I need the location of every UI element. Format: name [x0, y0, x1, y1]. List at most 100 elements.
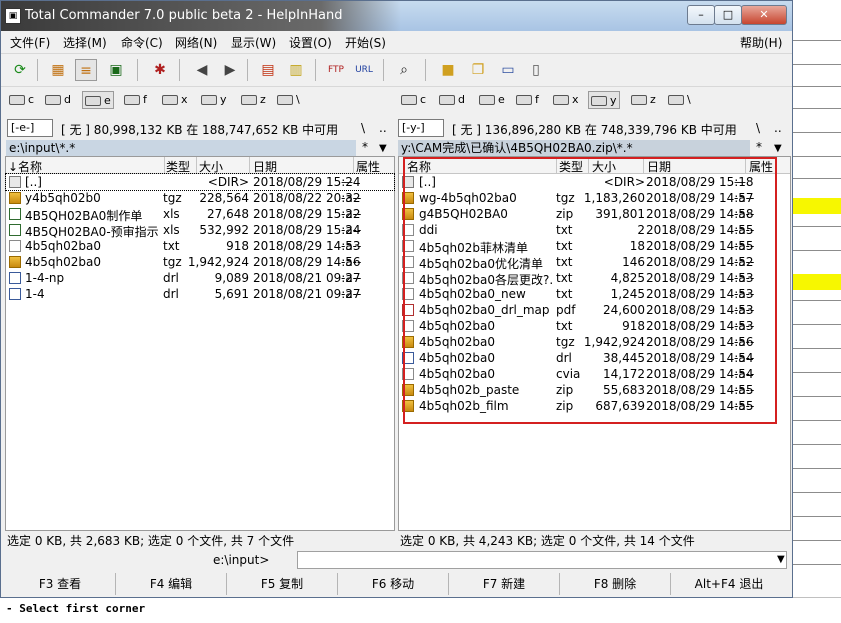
- menu-file[interactable]: 文件(F): [10, 34, 50, 51]
- thumbnail-view-icon[interactable]: ▣: [105, 59, 127, 81]
- left-file-row[interactable]: 4B5QH02BA0制作单 xls 27,648 2018/08/29 15:22 -a…: [6, 206, 394, 223]
- right-drive-e[interactable]: e: [479, 91, 505, 109]
- maximize-button[interactable]: □: [714, 5, 742, 25]
- menu-command[interactable]: 命令(C): [121, 34, 163, 51]
- right-col-date[interactable]: 日期: [647, 158, 671, 175]
- left-up-button[interactable]: ..: [379, 121, 387, 135]
- right-history-arrow[interactable]: ▼: [774, 143, 782, 154]
- right-file-row[interactable]: 4b5qh02ba0 drl 38,445 2018/08/29 14:54 -a--: [399, 350, 790, 366]
- left-file-row[interactable]: [..] <DIR> 2018/08/29 15:24—: [5, 173, 395, 191]
- left-col-ext[interactable]: 类型: [166, 158, 190, 175]
- right-file-panel[interactable]: 名称 类型 大小 日期 属性 [..] <DIR> 2018/08/29 15:18…: [398, 156, 791, 531]
- right-drive-y[interactable]: y: [588, 91, 620, 109]
- f5-copy-button[interactable]: F5 复制: [227, 573, 338, 595]
- right-file-row[interactable]: 4b5qh02b_paste zip 55,683 2018/08/29 14:55-…: [399, 382, 790, 398]
- left-drive-z[interactable]: z: [241, 91, 266, 109]
- left-path[interactable]: e:\input\*.*: [6, 140, 356, 156]
- left-col-name[interactable]: ↓名称: [8, 158, 42, 175]
- close-button[interactable]: ✕: [741, 5, 787, 25]
- right-col-size[interactable]: 大小: [592, 158, 616, 175]
- f3-view-button[interactable]: F3 查看: [5, 573, 116, 595]
- right-file-row[interactable]: 4b5qh02ba0各层更改?. txt 4,825 2018/08/29 14:53…: [399, 270, 790, 287]
- right-path[interactable]: y:\CAM完成\已确认\4B5QH02BA0.zip\*.*: [398, 140, 750, 156]
- minimize-button[interactable]: –: [687, 5, 715, 25]
- alt-f4-exit-button[interactable]: Alt+F4 退出: [671, 573, 787, 595]
- command-input[interactable]: [297, 551, 787, 569]
- left-col-date[interactable]: 日期: [253, 158, 277, 175]
- full-view-icon[interactable]: ≡: [75, 59, 97, 81]
- unpack-icon[interactable]: ▥: [285, 59, 307, 81]
- left-root-button[interactable]: \: [361, 121, 365, 135]
- left-file-row[interactable]: 4B5QH02BA0-预审指示 xls 532,992 2018/08/29 15:2…: [6, 222, 394, 239]
- pack-icon[interactable]: ▤: [257, 59, 279, 81]
- left-file-row[interactable]: y4b5qh02b0 tgz 228,564 2018/08/22 20:32 -a--: [6, 190, 394, 206]
- right-drive-f[interactable]: f: [516, 91, 539, 109]
- f6-move-button[interactable]: F6 移动: [338, 573, 449, 595]
- right-file-row[interactable]: 4b5qh02b_film zip 687,639 2018/08/29 14:55-…: [399, 398, 790, 414]
- menu-start[interactable]: 开始(S): [345, 34, 386, 51]
- menu-help[interactable]: 帮助(H): [740, 34, 782, 51]
- command-history-arrow[interactable]: ▼: [777, 554, 788, 565]
- menu-select[interactable]: 选择(M): [63, 34, 107, 51]
- right-col-ext[interactable]: 类型: [559, 158, 583, 175]
- back-icon[interactable]: ◀: [191, 59, 213, 81]
- folder-sync-icon[interactable]: ❐: [467, 59, 489, 81]
- left-drive-c[interactable]: c: [9, 91, 34, 109]
- right-file-row[interactable]: 4b5qh02ba0 cvia 14,172 2018/08/29 14:54 -a--: [399, 366, 790, 382]
- left-file-row[interactable]: 4b5qh02ba0 txt 918 2018/08/29 14:53 -a--: [6, 238, 394, 254]
- right-file-row[interactable]: wg-4b5qh02ba0 tgz 1,183,260 2018/08/29 14:5…: [399, 190, 790, 206]
- right-file-row[interactable]: 4b5qh02ba0_drl_map pdf 24,600 2018/08/29 14…: [399, 302, 790, 318]
- left-drive-f[interactable]: f: [124, 91, 147, 109]
- right-file-row[interactable]: 4b5qh02ba0_new txt 1,245 2018/08/29 14:53 -a…: [399, 286, 790, 302]
- url-icon[interactable]: URL: [353, 59, 375, 81]
- left-drive-x[interactable]: x: [162, 91, 188, 109]
- folder-icon[interactable]: ■: [437, 59, 459, 81]
- left-history-arrow[interactable]: ▼: [379, 143, 387, 154]
- refresh-icon[interactable]: ⟳: [9, 59, 31, 81]
- brief-view-icon[interactable]: ▦: [47, 59, 69, 81]
- right-root-button[interactable]: \: [756, 121, 760, 135]
- window-icon[interactable]: ▭: [497, 59, 519, 81]
- app-icon[interactable]: ▣: [5, 8, 21, 24]
- f8-delete-button[interactable]: F8 删除: [560, 573, 671, 595]
- right-file-row[interactable]: 4b5qh02b菲林清单 txt 18 2018/08/29 14:55 -a--: [399, 238, 790, 255]
- right-drive-c[interactable]: c: [401, 91, 426, 109]
- title-bar[interactable]: ▣ Total Commander 7.0 public beta 2 - He…: [1, 1, 792, 31]
- left-col-size[interactable]: 大小: [199, 158, 223, 175]
- f7-mkdir-button[interactable]: F7 新建: [449, 573, 560, 595]
- right-file-row[interactable]: ddi txt 2 2018/08/29 14:55 -a--: [399, 222, 790, 238]
- right-file-row[interactable]: g4B5QH02BA0 zip 391,801 2018/08/29 14:58 -a-…: [399, 206, 790, 222]
- invert-selection-icon[interactable]: ✱: [149, 59, 171, 81]
- left-filter-star[interactable]: *: [362, 140, 368, 154]
- ftp-icon[interactable]: FTP: [325, 59, 347, 81]
- right-drive-d[interactable]: d: [439, 91, 465, 109]
- right-col-attr[interactable]: 属性: [749, 158, 773, 175]
- right-file-row[interactable]: 4b5qh02ba0 tgz 1,942,924 2018/08/29 14:56 -a…: [399, 334, 790, 350]
- menu-view[interactable]: 显示(W): [231, 34, 276, 51]
- search-icon[interactable]: ⌕: [393, 59, 415, 81]
- f4-edit-button[interactable]: F4 编辑: [116, 573, 227, 595]
- left-file-row[interactable]: 1-4-np drl 9,089 2018/08/21 09:27 -a--: [6, 270, 394, 286]
- right-col-name[interactable]: 名称: [407, 158, 431, 175]
- left-file-row[interactable]: 4b5qh02ba0 tgz 1,942,924 2018/08/29 14:56 -a…: [6, 254, 394, 270]
- left-drive-e[interactable]: e: [82, 91, 114, 109]
- right-file-row[interactable]: 4b5qh02ba0 txt 918 2018/08/29 14:53 -a--: [399, 318, 790, 334]
- right-up-button[interactable]: ..: [774, 121, 782, 135]
- right-file-row[interactable]: 4b5qh02ba0优化清单 txt 146 2018/08/29 14:52 -a--: [399, 254, 790, 271]
- left-drive-d[interactable]: d: [45, 91, 71, 109]
- left-file-row[interactable]: 1-4 drl 5,691 2018/08/21 09:27 -a--: [6, 286, 394, 302]
- right-filter-star[interactable]: *: [756, 140, 762, 154]
- menu-config[interactable]: 设置(O): [289, 34, 332, 51]
- right-drive-combo[interactable]: [-y-]: [398, 119, 444, 137]
- right-drive-network[interactable]: \: [668, 91, 691, 109]
- forward-icon[interactable]: ▶: [219, 59, 241, 81]
- right-drive-x[interactable]: x: [553, 91, 579, 109]
- left-drive-y[interactable]: y: [201, 91, 227, 109]
- new-file-icon[interactable]: ▯: [525, 59, 547, 81]
- left-drive-network[interactable]: \: [277, 91, 300, 109]
- right-file-row[interactable]: [..] <DIR> 2018/08/29 15:18—: [399, 174, 790, 190]
- menu-net[interactable]: 网络(N): [175, 34, 217, 51]
- left-file-panel[interactable]: ↓名称 类型 大小 日期 属性 [..] <DIR> 2018/08/29 15:2…: [5, 156, 395, 531]
- right-drive-z[interactable]: z: [631, 91, 656, 109]
- left-col-attr[interactable]: 属性: [356, 158, 380, 175]
